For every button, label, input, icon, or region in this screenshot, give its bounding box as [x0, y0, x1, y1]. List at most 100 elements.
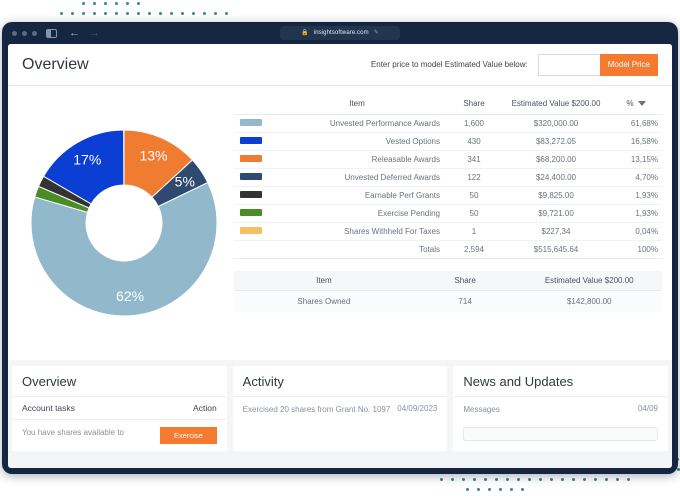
holdings-table-container: Item Share Estimated Value $200.00 % Unv… [234, 92, 662, 350]
table-row[interactable]: Releasable Awards 341 $68,200.00 13,15% [234, 150, 662, 169]
totals-share: 2,594 [446, 240, 502, 259]
row-value: $68,200.00 [502, 150, 610, 169]
decorative-dot [605, 478, 608, 481]
card-activity: Activity Exercised 20 shares from Grant … [232, 366, 448, 451]
row-percent: 13,15% [610, 150, 662, 169]
sub-row-item: Shares Owned [234, 290, 414, 312]
row-swatch-cell [234, 168, 268, 187]
donut-chart: 13% 5% 62% 17% [30, 129, 218, 317]
table-row[interactable]: Shares Withheld For Taxes 1 $227,34 0,04% [234, 222, 662, 241]
row-item: Earnable Perf Grants [268, 186, 446, 205]
row-percent: 1,93% [610, 204, 662, 223]
row-value: $24,400.00 [502, 168, 610, 187]
legend-swatch-icon [240, 191, 262, 198]
page-title: Overview [22, 55, 89, 73]
holdings-table: Item Share Estimated Value $200.00 % Unv… [234, 96, 662, 259]
decorative-dot [539, 478, 542, 481]
sub-row-value: $142,800.00 [516, 290, 662, 312]
sub-col-share[interactable]: Share [413, 271, 517, 291]
price-prompt-label: Enter price to model Estimated Value bel… [370, 60, 528, 69]
edit-icon[interactable]: ✎ [374, 30, 379, 36]
table-row[interactable]: Earnable Perf Grants 50 $9,825.00 1,93% [234, 186, 662, 205]
col-estimated-value[interactable]: Estimated Value $200.00 [502, 96, 610, 115]
exercise-button[interactable]: Exercise [159, 427, 217, 444]
chevron-down-icon[interactable] [637, 101, 646, 106]
activity-text: Exercised 20 shares from Grant No. 1097 [242, 405, 391, 414]
overview-task-row: You have shares available to Exercise [12, 420, 227, 451]
row-swatch-cell [234, 204, 268, 223]
decorative-dot [71, 12, 74, 15]
row-item: Vested Options [268, 132, 446, 151]
row-share: 430 [446, 132, 502, 151]
col-share[interactable]: Share [446, 96, 502, 115]
sub-col-estimated-value[interactable]: Estimated Value $200.00 [516, 271, 662, 291]
row-share: 1,600 [446, 114, 502, 133]
row-value: $227,34 [502, 222, 610, 241]
decorative-dot [82, 2, 85, 5]
decorative-dot [159, 12, 162, 15]
sub-col-item[interactable]: Item [234, 271, 414, 291]
browser-titlebar: ← → 🔒 insightsoftware.com ✎ [2, 22, 678, 44]
decorative-dot [477, 488, 480, 491]
overview-task-text: You have shares available to [22, 428, 124, 437]
table-totals-row: Totals 2,594 $515,645.64 100% [234, 240, 662, 259]
donut-slice-label: 62% [116, 288, 144, 304]
table-row[interactable]: Vested Options 430 $83,272.05 16,58% [234, 132, 662, 151]
decorative-dot [104, 2, 107, 5]
window-minimize-dot[interactable] [22, 30, 27, 36]
table-header-row: Item Share Estimated Value $200.00 % [234, 96, 662, 115]
address-bar-url: insightsoftware.com [313, 30, 369, 36]
row-share: 50 [446, 186, 502, 205]
decorative-dot [137, 12, 140, 15]
decorative-dot [528, 478, 531, 481]
model-price-button[interactable]: Model Price [599, 53, 658, 76]
decorative-dot [93, 12, 96, 15]
legend-swatch-icon [240, 155, 262, 162]
forward-arrow-icon[interactable]: → [89, 27, 100, 39]
row-value: $320,000.00 [502, 114, 610, 133]
window-controls[interactable] [12, 30, 37, 36]
decorative-dot [181, 12, 184, 15]
lock-icon: 🔒 [301, 30, 309, 36]
decorative-dot [495, 478, 498, 481]
table-row[interactable]: Unvested Deferred Awards 122 $24,400.00 4,7… [234, 168, 662, 187]
back-arrow-icon[interactable]: ← [69, 27, 80, 39]
message-input-box[interactable] [463, 427, 659, 441]
price-input[interactable] [537, 53, 600, 76]
window-maximize-dot[interactable] [32, 30, 37, 36]
dashboard-cards: Overview Account tasks Action You have s… [8, 360, 672, 451]
subtable-row[interactable]: Shares Owned 714 $142,800.00 [234, 290, 662, 312]
decorative-dot [60, 12, 63, 15]
donut-slice-label: 17% [73, 151, 101, 167]
col-percent-label: % [626, 99, 634, 108]
decorative-dot [214, 12, 217, 15]
row-swatch-cell [234, 132, 268, 151]
decorative-dot [170, 12, 173, 15]
sidebar-toggle-icon[interactable] [46, 28, 57, 38]
decorative-dot [583, 478, 586, 481]
address-bar[interactable]: 🔒 insightsoftware.com ✎ [280, 26, 400, 40]
col-item[interactable]: Item [268, 96, 446, 115]
row-share: 341 [446, 150, 502, 169]
row-value: $83,272.05 [502, 132, 610, 151]
table-row[interactable]: Exercise Pending 50 $9,721.00 1,93% [234, 204, 662, 223]
table-row[interactable]: Unvested Performance Awards 1,600 $320,000… [234, 114, 662, 133]
totals-value: $515,645.64 [502, 240, 610, 259]
decorative-dot [93, 2, 96, 5]
activity-row: Exercised 20 shares from Grant No. 1097 … [233, 397, 448, 423]
decorative-dot [126, 12, 129, 15]
card-news: News and Updates Messages 04/09 [453, 366, 669, 451]
legend-swatch-icon [240, 227, 262, 234]
subtable-header-row: Item Share Estimated Value $200.00 [234, 271, 662, 291]
decorative-dot [137, 2, 140, 5]
decorative-dot [510, 488, 513, 491]
decorative-dot [225, 12, 228, 15]
decorative-dot [462, 478, 465, 481]
news-date: 04/09 [637, 404, 659, 413]
row-share: 1 [446, 222, 502, 241]
row-swatch-cell [234, 114, 268, 133]
row-share: 50 [446, 204, 502, 223]
col-percent[interactable]: % [610, 96, 662, 115]
legend-swatch-icon [240, 137, 262, 144]
window-close-dot[interactable] [12, 30, 17, 36]
